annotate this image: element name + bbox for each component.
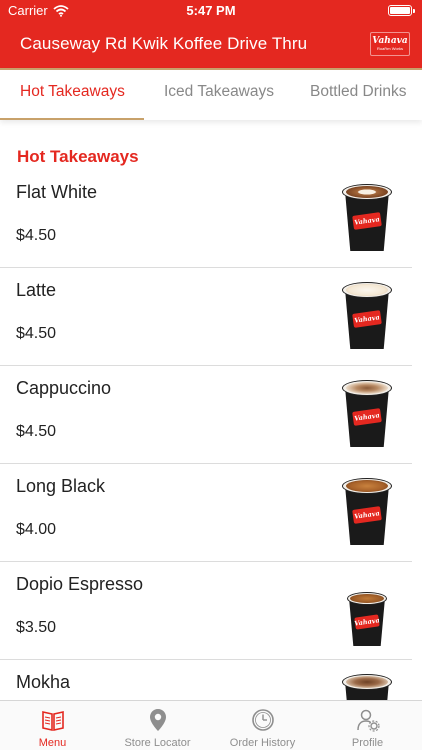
nav-order-history[interactable]: Order History [210, 701, 315, 750]
active-tab-indicator [0, 118, 144, 120]
location-pin-icon [149, 709, 166, 731]
tab-iced-takeaways[interactable]: Iced Takeaways [164, 83, 274, 101]
nav-store-locator[interactable]: Store Locator [105, 701, 210, 750]
latte-cup-image: Vahava [342, 282, 392, 350]
flat-white-cup-image: Vahava [342, 184, 392, 252]
bottom-tab-bar: Menu Store Locator Order History Profile [0, 700, 422, 750]
espresso-cup-image: Vahava [347, 592, 387, 646]
brand-logo: Vahava Roaf'tm Works [370, 32, 410, 56]
profile-settings-icon [356, 709, 380, 732]
nav-profile-label: Profile [351, 737, 384, 749]
tab-hot-takeaways[interactable]: Hot Takeaways [20, 83, 125, 101]
menu-book-icon [41, 711, 64, 731]
brand-logo-text: Vahava [372, 36, 408, 46]
nav-store-locator-label: Store Locator [124, 737, 191, 749]
item-name: Long Black [16, 476, 106, 496]
item-price: $3.50 [16, 619, 57, 636]
nav-order-history-label: Order History [229, 737, 296, 749]
item-name: Dopio Espresso [16, 574, 144, 594]
status-bar: Carrier 5:47 PM [0, 0, 422, 22]
menu-item-latte[interactable]: Latte $4.50 Vahava [0, 268, 412, 366]
nav-menu[interactable]: Menu [0, 701, 105, 750]
menu-item-dopio-espresso[interactable]: Dopio Espresso $3.50 Vahava [0, 562, 412, 660]
item-price: $4.50 [16, 325, 57, 342]
menu-item-flat-white[interactable]: Flat White $4.50 Vahava [0, 170, 412, 268]
category-tabs: Hot Takeaways Iced Takeaways Bottled Dri… [0, 68, 422, 120]
status-time: 5:47 PM [186, 3, 236, 18]
brand-logo-subtext: Roaf'tm Works [376, 46, 404, 51]
battery-icon [388, 5, 415, 16]
long-black-cup-image: Vahava [342, 478, 392, 546]
section-title: Hot Takeaways [17, 147, 139, 166]
menu-item-cappuccino[interactable]: Cappuccino $4.50 Vahava [0, 366, 412, 464]
item-price: $4.50 [16, 423, 57, 440]
item-price: $4.50 [16, 227, 57, 244]
item-name: Latte [16, 280, 57, 300]
page-title: Causeway Rd Kwik Koffee Drive Thru [20, 34, 308, 53]
nav-profile[interactable]: Profile [315, 701, 420, 750]
tab-bottled-drinks[interactable]: Bottled Drinks [310, 83, 406, 101]
app-header: Carrier 5:47 PM Causeway Rd Kwik Koffee … [0, 0, 422, 68]
nav-menu-label: Menu [38, 737, 67, 749]
clock-icon [251, 709, 274, 731]
item-name: Mokha [16, 672, 71, 692]
item-price: $4.00 [16, 521, 57, 538]
item-name: Cappuccino [16, 378, 112, 398]
cappuccino-cup-image: Vahava [342, 380, 392, 448]
item-name: Flat White [16, 182, 98, 202]
menu-item-long-black[interactable]: Long Black $4.00 Vahava [0, 464, 412, 562]
